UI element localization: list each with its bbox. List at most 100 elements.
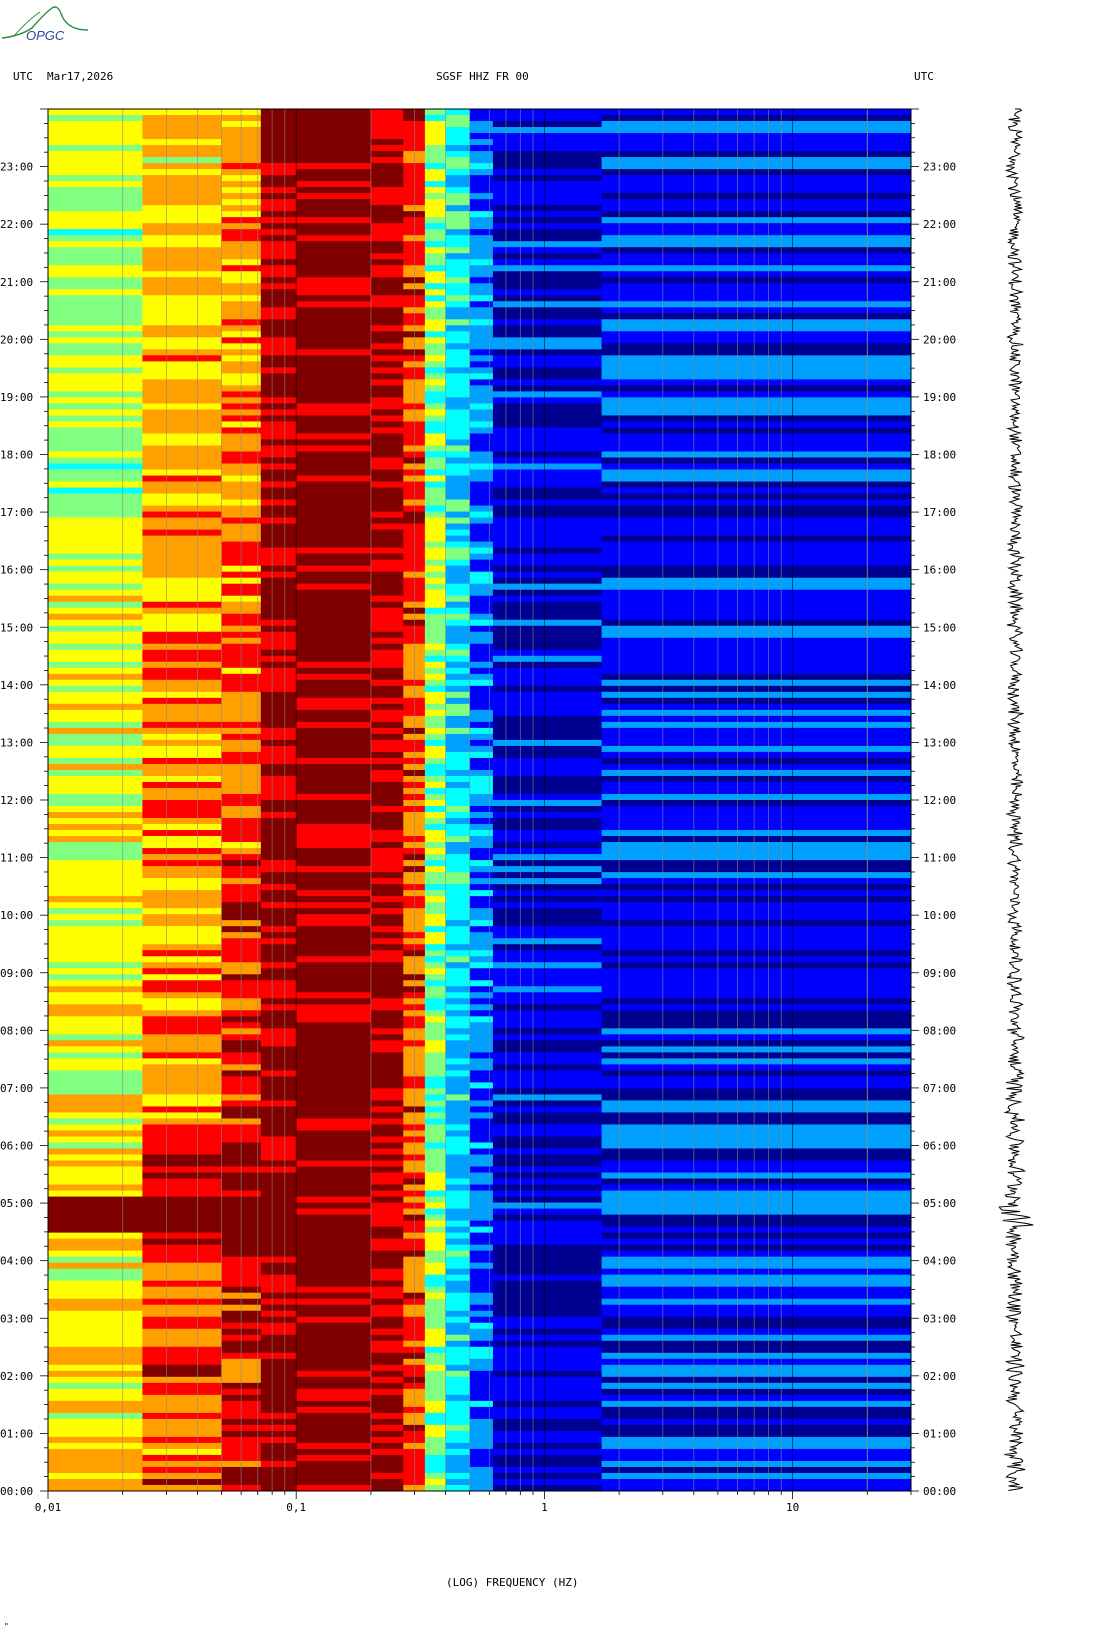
heatmap-cell [260, 1166, 297, 1173]
heatmap-cell [296, 133, 372, 140]
heatmap-cell [296, 241, 372, 248]
heatmap-cell [469, 379, 494, 386]
heatmap-cell [601, 1196, 911, 1203]
heatmap-cell [445, 926, 471, 933]
heatmap-cell [296, 661, 372, 669]
heatmap-cell [48, 1052, 143, 1059]
heatmap-cell [142, 277, 223, 284]
heatmap-cell [296, 427, 372, 434]
heatmap-cell [601, 854, 911, 861]
heatmap-cell [370, 163, 404, 170]
heatmap-cell [296, 1382, 372, 1390]
heatmap-cell [48, 379, 143, 386]
heatmap-cell [48, 1430, 143, 1438]
heatmap-cell [142, 727, 223, 735]
heatmap-cell [260, 854, 297, 861]
heatmap-cell [469, 145, 494, 152]
heatmap-cell [142, 715, 223, 723]
heatmap-cell [370, 926, 404, 933]
heatmap-cell [492, 800, 603, 807]
heatmap-cell [260, 1454, 297, 1462]
heatmap-cell [260, 1364, 297, 1372]
heatmap-cell [445, 649, 471, 657]
heatmap-cell [492, 229, 603, 236]
heatmap-cell [424, 217, 447, 224]
heatmap-cell [260, 139, 297, 146]
heatmap-cell [492, 235, 603, 242]
heatmap-cell [424, 1370, 447, 1378]
heatmap-cell [260, 751, 297, 759]
heatmap-cell [48, 619, 143, 627]
heatmap-cell [142, 691, 223, 699]
heatmap-cell [445, 271, 471, 278]
heatmap-cell [492, 619, 603, 627]
heatmap-cell [142, 812, 223, 819]
heatmap-cell [424, 121, 447, 128]
heatmap-cell [445, 349, 471, 356]
heatmap-cell [601, 415, 911, 422]
heatmap-cell [48, 667, 143, 675]
heatmap-cell [601, 277, 911, 284]
heatmap-cell [48, 523, 143, 531]
heatmap-cell [492, 1184, 603, 1191]
heatmap-cell [469, 1184, 494, 1191]
heatmap-cell [48, 187, 143, 194]
heatmap-cell [370, 391, 404, 398]
heatmap-cell [601, 1142, 911, 1149]
heatmap-cell [445, 1214, 471, 1222]
heatmap-cell [492, 421, 603, 428]
heatmap-cell [424, 1442, 447, 1450]
heatmap-cell [142, 319, 223, 326]
heatmap-cell [601, 667, 911, 675]
heatmap-cell [142, 1472, 223, 1480]
heatmap-cell [296, 1028, 372, 1035]
heatmap-cell [601, 139, 911, 146]
y-tick-label-right: 08:00 [923, 1024, 956, 1037]
heatmap-cell [142, 751, 223, 759]
heatmap-cell [424, 265, 447, 272]
heatmap-cell [424, 1238, 447, 1246]
heatmap-cell [370, 187, 404, 194]
heatmap-cell [370, 1316, 404, 1324]
heatmap-cell [424, 751, 447, 759]
heatmap-cell [296, 1082, 372, 1089]
heatmap-cell [48, 397, 143, 404]
heatmap-cell [469, 565, 494, 573]
heatmap-cell [445, 247, 471, 254]
heatmap-cell [424, 163, 447, 170]
heatmap-cell [142, 842, 223, 849]
heatmap-cell [296, 980, 372, 987]
heatmap-cell [469, 1130, 494, 1137]
heatmap-cell [370, 517, 404, 524]
heatmap-cell [601, 739, 911, 747]
heatmap-cell [424, 181, 447, 188]
heatmap-cell [142, 1382, 223, 1390]
heatmap-cell [260, 980, 297, 987]
heatmap-cell [445, 1022, 471, 1029]
heatmap-cell [48, 890, 143, 897]
heatmap-cell [469, 854, 494, 861]
heatmap-cell [48, 1304, 143, 1312]
heatmap-cell [260, 127, 297, 134]
heatmap-cell [424, 403, 447, 410]
heatmap-cell [601, 757, 911, 765]
heatmap-cell [601, 133, 911, 140]
heatmap-cell [601, 541, 911, 549]
heatmap-cell [142, 241, 223, 248]
heatmap-cell [424, 487, 447, 494]
heatmap-cell [492, 1034, 603, 1041]
heatmap-cell [296, 1292, 372, 1300]
heatmap-cell [601, 655, 911, 663]
heatmap-cell [601, 385, 911, 392]
heatmap-cell [424, 505, 447, 512]
heatmap-cell [492, 613, 603, 621]
heatmap-cell [260, 866, 297, 873]
heatmap-cell [48, 655, 143, 663]
heatmap-cell [370, 637, 404, 645]
heatmap-cell [142, 763, 223, 771]
heatmap-cell [601, 1436, 911, 1444]
heatmap-cell [296, 415, 372, 422]
heatmap-cell [260, 193, 297, 200]
heatmap-cell [48, 884, 143, 891]
heatmap-cell [48, 950, 143, 957]
